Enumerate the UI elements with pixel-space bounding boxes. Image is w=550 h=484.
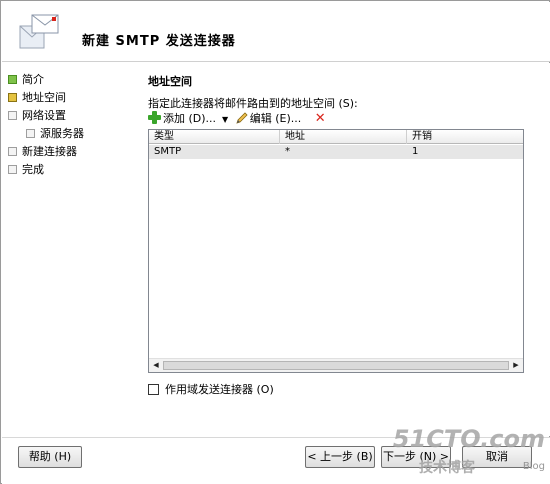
cancel-button[interactable]: 取消 xyxy=(462,446,532,468)
column-cost[interactable]: 开销 xyxy=(407,130,523,144)
wizard-body: 简介 地址空间 网络设置 源服务器 新建连接器 完成 地址空间 指定此连接器将邮… xyxy=(2,63,550,436)
column-address[interactable]: 地址 xyxy=(280,130,407,144)
section-title: 地址空间 xyxy=(148,75,192,88)
address-space-list[interactable]: 类型 地址 开销 SMTP * 1 ◀ ▶ xyxy=(148,129,524,373)
cell-cost: 1 xyxy=(412,146,419,157)
wizard-footer: 帮助 (H) < 上一步 (B) 下一步 (N) > 取消 xyxy=(2,437,550,484)
plus-icon xyxy=(148,111,161,124)
back-button[interactable]: < 上一步 (B) xyxy=(305,446,375,468)
list-header: 类型 地址 开销 xyxy=(149,130,523,144)
cell-address: * xyxy=(285,146,290,157)
step-pending-icon xyxy=(26,129,35,138)
cell-type: SMTP xyxy=(154,146,182,157)
next-button[interactable]: 下一步 (N) > xyxy=(381,446,451,468)
step-address-space: 地址空间 xyxy=(8,89,128,107)
step-introduction: 简介 xyxy=(8,71,128,89)
pencil-icon xyxy=(236,112,248,124)
step-pending-icon xyxy=(8,165,17,174)
address-toolbar: 添加 (D)... ▼ 编辑 (E)... ✕ xyxy=(148,110,326,128)
step-network-settings: 网络设置 xyxy=(8,107,128,125)
scope-connector-option[interactable]: 作用域发送连接器 (O) xyxy=(148,383,274,397)
step-complete-icon xyxy=(8,75,17,84)
add-button[interactable]: 添加 (D)... xyxy=(148,110,216,128)
chevron-down-icon[interactable]: ▼ xyxy=(222,111,228,129)
step-new-connector: 新建连接器 xyxy=(8,143,128,161)
horizontal-scrollbar[interactable]: ◀ ▶ xyxy=(149,358,523,372)
wizard-window: 新建 SMTP 发送连接器 简介 地址空间 网络设置 源服务器 新建连接器 完成… xyxy=(0,0,550,484)
scrollbar-thumb[interactable] xyxy=(163,361,509,370)
wizard-steps: 简介 地址空间 网络设置 源服务器 新建连接器 完成 xyxy=(8,71,128,179)
table-row[interactable]: SMTP * 1 xyxy=(149,145,523,159)
step-pending-icon xyxy=(8,111,17,120)
section-description: 指定此连接器将邮件路由到的地址空间 (S): xyxy=(148,97,358,110)
wizard-header: 新建 SMTP 发送连接器 xyxy=(2,2,550,62)
scroll-right-icon[interactable]: ▶ xyxy=(510,360,522,371)
edit-button[interactable]: 编辑 (E)... xyxy=(236,110,301,128)
wizard-mail-icon xyxy=(19,14,59,49)
scroll-left-icon[interactable]: ◀ xyxy=(150,360,162,371)
column-type[interactable]: 类型 xyxy=(149,130,280,144)
step-completion: 完成 xyxy=(8,161,128,179)
red-x-icon[interactable]: ✕ xyxy=(315,110,326,128)
step-pending-icon xyxy=(8,147,17,156)
help-button[interactable]: 帮助 (H) xyxy=(18,446,82,468)
scope-connector-checkbox[interactable] xyxy=(148,384,159,395)
page-title: 新建 SMTP 发送连接器 xyxy=(82,34,236,49)
step-source-server: 源服务器 xyxy=(8,125,128,143)
step-current-icon xyxy=(8,93,17,102)
